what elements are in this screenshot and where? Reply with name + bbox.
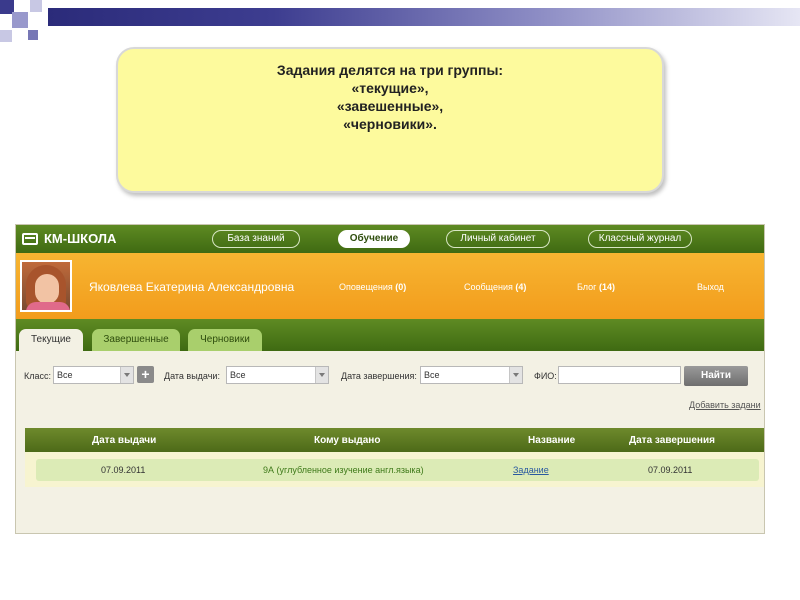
column-header[interactable]: Название <box>528 435 575 446</box>
column-header[interactable]: Дата выдачи <box>92 435 156 446</box>
class-select[interactable]: Все <box>53 366 134 384</box>
decor-square <box>12 12 28 28</box>
nav-knowledge-base[interactable]: База знаний <box>212 230 300 248</box>
callout-box: Задания делятся на три группы: «текущие»… <box>116 47 664 193</box>
class-filter-label: Класс: <box>24 371 51 381</box>
fio-label: ФИО: <box>534 371 557 381</box>
blog-count: (14) <box>598 282 615 292</box>
add-task-link[interactable]: Добавить задани <box>689 400 761 410</box>
header-gradient-bar <box>48 8 800 26</box>
blog-link[interactable]: Блог (14) <box>577 282 615 292</box>
issue-date-cell: 07.09.2011 <box>101 465 146 475</box>
logo-text: КМ-ШКОЛА <box>44 231 117 246</box>
chevron-down-icon <box>315 367 328 383</box>
tab-current[interactable]: Текущие <box>19 329 83 351</box>
avatar-face <box>35 274 59 304</box>
end-date-label: Дата завершения: <box>341 371 417 381</box>
avatar-shirt <box>26 302 70 310</box>
slide: Задания делятся на три группы: «текущие»… <box>0 0 800 600</box>
blog-label: Блог <box>577 282 597 292</box>
notifications-count: (0) <box>395 282 407 292</box>
notifications-label: Оповещения <box>339 282 393 292</box>
table-body: 07.09.2011 9А (углубленное изучение англ… <box>25 452 764 487</box>
avatar[interactable] <box>20 260 72 312</box>
fio-input[interactable] <box>558 366 681 384</box>
logo[interactable]: КМ-ШКОЛА <box>22 231 116 246</box>
user-bar: Яковлева Екатерина Александровна Оповеще… <box>16 253 764 319</box>
issue-date-select[interactable]: Все <box>226 366 329 384</box>
column-header[interactable]: Кому выдано <box>314 435 380 446</box>
logout-link[interactable]: Выход <box>697 282 724 292</box>
issue-date-label: Дата выдачи: <box>164 371 220 381</box>
tab-drafts[interactable]: Черновики <box>188 329 262 351</box>
add-class-button[interactable]: + <box>137 366 154 383</box>
class-select-value: Все <box>57 370 73 380</box>
tab-bar: Текущие Завершенные Черновики <box>16 319 764 351</box>
notifications-link[interactable]: Оповещения (0) <box>339 282 406 292</box>
callout-line: Задания делятся на три группы: <box>276 62 504 78</box>
nav-learning[interactable]: Обучение <box>338 230 410 248</box>
end-date-select[interactable]: Все <box>420 366 523 384</box>
callout-line: «текущие», <box>351 80 429 96</box>
decor-square <box>28 30 38 40</box>
find-button[interactable]: Найти <box>684 366 748 386</box>
chevron-down-icon <box>509 367 522 383</box>
window-icon <box>22 232 38 245</box>
column-header[interactable]: Дата завершения <box>629 435 715 446</box>
chevron-down-icon <box>120 367 133 383</box>
end-date-value: Все <box>424 370 440 380</box>
app-window: КМ-ШКОЛА База знаний Обучение Личный каб… <box>15 224 765 534</box>
callout-line: «черновики». <box>343 116 437 132</box>
recipient-cell: 9А (углубленное изучение англ.языка) <box>263 465 424 475</box>
table-header: Дата выдачи Кому выдано Название Дата за… <box>25 428 764 452</box>
top-nav-bar: КМ-ШКОЛА База знаний Обучение Личный каб… <box>16 225 764 253</box>
task-link[interactable]: Задание <box>513 465 549 475</box>
decor-square <box>30 0 42 12</box>
user-name: Яковлева Екатерина Александровна <box>89 280 295 294</box>
decor-square <box>0 30 12 42</box>
tab-completed[interactable]: Завершенные <box>92 329 180 351</box>
callout-line: «завешенные», <box>336 98 444 114</box>
table-row[interactable]: 07.09.2011 9А (углубленное изучение англ… <box>36 459 759 481</box>
end-date-cell: 07.09.2011 <box>648 465 693 475</box>
issue-date-value: Все <box>230 370 246 380</box>
messages-count: (4) <box>515 282 527 292</box>
messages-link[interactable]: Сообщения (4) <box>464 282 526 292</box>
messages-label: Сообщения <box>464 282 513 292</box>
nav-personal-cabinet[interactable]: Личный кабинет <box>446 230 550 248</box>
filter-bar: Класс: Все + Дата выдачи: Все Дата завер… <box>16 363 764 389</box>
nav-class-journal[interactable]: Классный журнал <box>588 230 692 248</box>
